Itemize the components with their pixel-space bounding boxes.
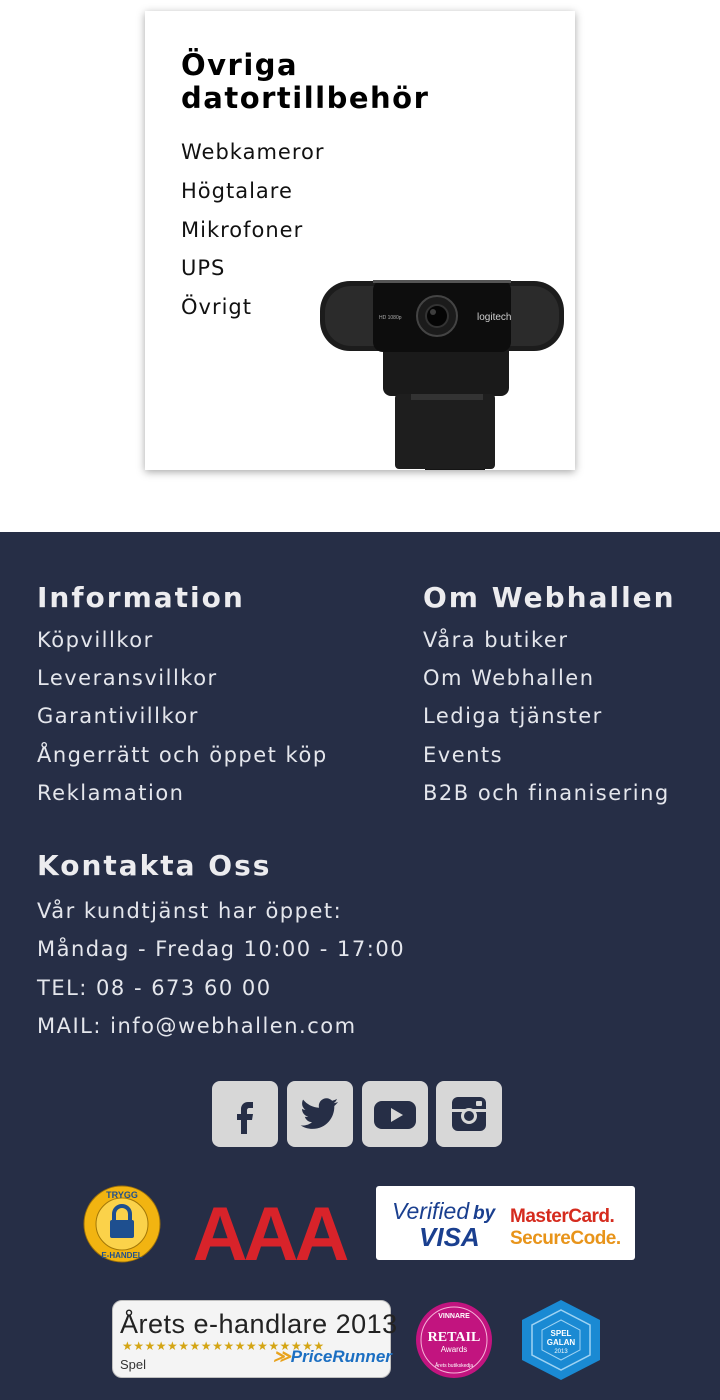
pricerunner-category: Spel [120, 1357, 147, 1372]
webcam-label: HD 1080p [379, 315, 402, 321]
pricerunner-award-badge[interactable]: Årets e-handlare 2013 ★★★★★★★★★★★★★★★★★★… [112, 1300, 397, 1378]
twitter-icon [300, 1098, 338, 1129]
pricerunner-title: Årets e-handlare 2013 [120, 1309, 398, 1339]
retail-top-text: VINNARE [438, 1313, 470, 1320]
category-link-hogtalare[interactable]: Högtalare [181, 172, 324, 211]
trygg-e-handel-badge[interactable]: TRYGG E-HANDEL [82, 1184, 162, 1264]
mastercard-text: MasterCard. [510, 1206, 614, 1227]
site-footer: Information Köpvillkor Leveransvillkor G… [0, 532, 720, 1400]
footer-link-vara-butiker[interactable]: Våra butiker [423, 621, 670, 659]
trygg-bottom-text: E-HANDEL [101, 1251, 142, 1260]
footer-link-angerratt[interactable]: Ångerrätt och öppet köp [37, 736, 328, 774]
youtube-icon [374, 1101, 416, 1129]
category-link-webkameror[interactable]: Webkameror [181, 133, 324, 172]
spelgalan-badge[interactable]: SPEL GALAN 2013 [516, 1298, 606, 1382]
pricerunner-logo-icon: ≫ [273, 1347, 291, 1366]
footer-link-events[interactable]: Events [423, 736, 670, 774]
facebook-icon [237, 1102, 253, 1134]
contact-phone: TEL: 08 - 673 60 00 [37, 975, 272, 1000]
contact-heading: Kontakta Oss [37, 849, 272, 882]
pricerunner-brand: ≫PriceRunner [273, 1347, 392, 1367]
category-card[interactable]: Övriga datortillbehör Webkameror Högtala… [145, 11, 575, 470]
footer-link-b2b[interactable]: B2B och finanisering [423, 774, 670, 812]
footer-link-kopvillkor[interactable]: Köpvillkor [37, 621, 328, 659]
category-section: Övriga datortillbehör Webkameror Högtala… [0, 0, 720, 532]
verified-by-visa-mastercard-badge[interactable]: Verified by VISA MasterCard. SecureCode. [376, 1186, 635, 1260]
facebook-button[interactable] [212, 1081, 278, 1147]
pricerunner-brand-text: PriceRunner [290, 1347, 392, 1366]
spelgalan-top-text: SPEL [551, 1329, 572, 1338]
about-heading: Om Webhallen [423, 581, 676, 614]
verified-text: Verified [392, 1198, 470, 1224]
retail-awards-badge[interactable]: VINNARE RETAIL Awards Årets butikskedja [414, 1300, 494, 1380]
about-link-list: Våra butiker Om Webhallen Lediga tjänste… [423, 621, 670, 812]
information-heading: Information [37, 581, 245, 614]
category-link-ups[interactable]: UPS [181, 249, 324, 288]
verified-by-text: by [473, 1203, 497, 1224]
information-link-list: Köpvillkor Leveransvillkor Garantivillko… [37, 621, 328, 812]
spelgalan-middle-text: GALAN [547, 1338, 576, 1347]
category-link-list: Webkameror Högtalare Mikrofoner UPS Övri… [181, 133, 324, 327]
aaa-text: AAA [193, 1200, 348, 1264]
category-link-ovrigt[interactable]: Övrigt [181, 288, 324, 327]
contact-hours: Måndag - Fredag 10:00 - 17:00 [37, 937, 406, 962]
retail-awards-text: Awards [441, 1345, 468, 1354]
footer-link-om-webhallen[interactable]: Om Webhallen [423, 659, 670, 697]
webcam-image: logitech HD 1080p [320, 280, 564, 470]
footer-link-garantivillkor[interactable]: Garantivillkor [37, 697, 328, 735]
footer-link-leveransvillkor[interactable]: Leveransvillkor [37, 659, 328, 697]
category-link-mikrofoner[interactable]: Mikrofoner [181, 211, 324, 250]
contact-hours-label: Vår kundtjänst har öppet: [37, 899, 343, 923]
contact-email: MAIL: info@webhallen.com [37, 1014, 357, 1039]
footer-link-lediga-tjanster[interactable]: Lediga tjänster [423, 697, 670, 735]
aaa-rating-badge[interactable]: AAA [185, 1200, 353, 1264]
twitter-button[interactable] [287, 1081, 353, 1147]
footer-link-reklamation[interactable]: Reklamation [37, 774, 328, 812]
visa-text: VISA [419, 1222, 480, 1252]
contact-info: Vår kundtjänst har öppet: Måndag - Freda… [37, 892, 405, 1046]
webcam-brand: logitech [477, 312, 511, 323]
securecode-text: SecureCode. [510, 1228, 621, 1249]
trygg-top-text: TRYGG [106, 1190, 138, 1200]
youtube-button[interactable] [362, 1081, 428, 1147]
retail-bottom-text: Årets butikskedja [435, 1362, 473, 1369]
instagram-icon [452, 1097, 486, 1131]
spelgalan-year-text: 2013 [554, 1349, 568, 1355]
instagram-button[interactable] [436, 1081, 502, 1147]
retail-middle-text: RETAIL [428, 1330, 481, 1345]
card-title: Övriga datortillbehör [181, 48, 430, 115]
